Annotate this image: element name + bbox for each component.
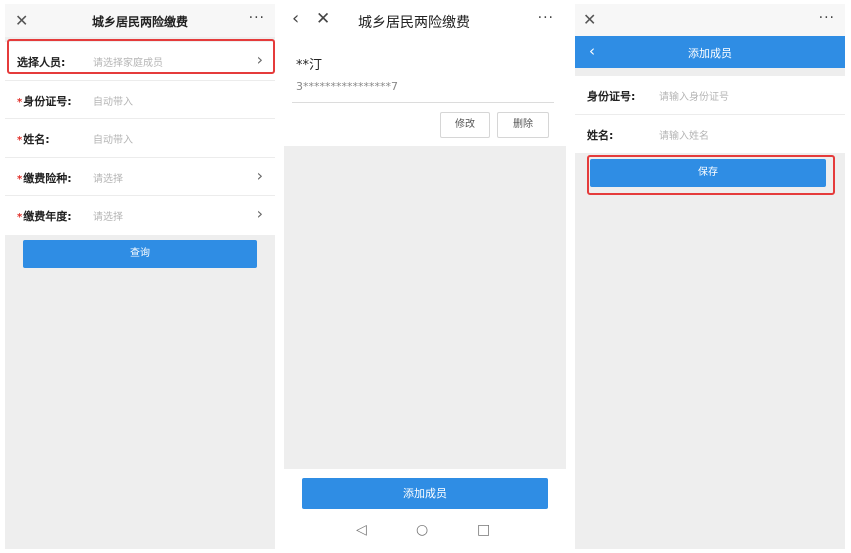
id-number-value: 自动带入 bbox=[93, 96, 133, 108]
header-bar: ‹ ✕ 城乡居民两险缴费 ··· bbox=[284, 4, 566, 40]
field-label: *姓名: bbox=[17, 133, 50, 146]
required-mark: * bbox=[17, 173, 23, 185]
delete-button[interactable]: 删除 bbox=[497, 112, 549, 138]
member-card: **汀 3****************7 修改 删除 bbox=[284, 40, 566, 146]
query-button[interactable]: 查询 bbox=[23, 240, 257, 268]
divider bbox=[292, 102, 554, 103]
highlight-box bbox=[587, 155, 835, 195]
close-icon[interactable]: ✕ bbox=[316, 9, 330, 29]
close-icon[interactable]: ✕ bbox=[583, 10, 596, 29]
field-label: 姓名: bbox=[587, 128, 614, 142]
required-mark: * bbox=[17, 212, 23, 223]
page-title: 添加成员 bbox=[688, 47, 732, 60]
field-label: *缴费年度: bbox=[17, 210, 72, 223]
more-icon[interactable]: ··· bbox=[538, 10, 554, 26]
id-number-row: *身份证号: 自动带入 bbox=[5, 81, 275, 119]
highlight-box bbox=[7, 39, 275, 74]
header-bar: ✕ 城乡居民两险缴费 ··· bbox=[5, 4, 275, 37]
nav-recent-icon[interactable]: □ bbox=[477, 522, 490, 538]
name-row: *姓名: 自动带入 bbox=[5, 119, 275, 158]
chevron-right-icon[interactable]: › bbox=[257, 166, 263, 185]
page-title: 城乡居民两险缴费 bbox=[358, 15, 470, 31]
name-input[interactable]: 请输入姓名 bbox=[659, 127, 709, 142]
insurance-type-row[interactable]: *缴费险种: 请选择 › bbox=[5, 158, 275, 196]
name-input-row[interactable]: 姓名: 请输入姓名 bbox=[575, 115, 845, 154]
panel-member-list: ‹ ✕ 城乡居民两险缴费 ··· **汀 3****************7 … bbox=[284, 4, 566, 549]
payment-year-select[interactable]: 请选择 bbox=[93, 208, 123, 223]
back-icon[interactable]: ‹ bbox=[292, 8, 299, 29]
required-mark: * bbox=[17, 135, 23, 146]
nav-back-icon[interactable]: ◁ bbox=[356, 522, 367, 538]
member-id: 3****************7 bbox=[296, 80, 398, 93]
id-number-input-row[interactable]: 身份证号: 请输入身份证号 bbox=[575, 76, 845, 115]
add-member-form: 身份证号: 请输入身份证号 姓名: 请输入姓名 bbox=[575, 76, 845, 153]
name-value: 自动带入 bbox=[93, 135, 133, 146]
member-name: **汀 bbox=[296, 58, 323, 73]
insurance-type-select[interactable]: 请选择 bbox=[93, 170, 123, 185]
add-member-button[interactable]: 添加成员 bbox=[302, 478, 548, 509]
field-label: 身份证号: bbox=[587, 90, 636, 103]
panel-add-member: ✕ ··· ‹ 添加成员 身份证号: 请输入身份证号 姓名: 请输入姓名 保存 bbox=[575, 4, 845, 549]
field-label: *身份证号: bbox=[17, 94, 72, 108]
chevron-right-icon[interactable]: › bbox=[257, 204, 263, 223]
panel-query-form: ✕ 城乡居民两险缴费 ··· 选择人员: 请选择家庭成员 › *身份证号: 自动… bbox=[5, 4, 275, 549]
field-label: *缴费险种: bbox=[17, 171, 72, 185]
page-title: 城乡居民两险缴费 bbox=[91, 15, 188, 29]
system-nav-bar: ◁ ○ □ bbox=[284, 516, 566, 546]
edit-button[interactable]: 修改 bbox=[440, 112, 490, 138]
id-number-input[interactable]: 请输入身份证号 bbox=[659, 88, 729, 103]
required-mark: * bbox=[17, 96, 23, 108]
more-icon[interactable]: ··· bbox=[249, 10, 265, 26]
payment-year-row[interactable]: *缴费年度: 请选择 › bbox=[5, 196, 275, 235]
header-bar: ✕ ··· bbox=[575, 4, 845, 36]
nav-home-icon[interactable]: ○ bbox=[416, 522, 428, 538]
title-bar: ‹ 添加成员 bbox=[575, 36, 845, 68]
screenshot-root: ✕ 城乡居民两险缴费 ··· 选择人员: 请选择家庭成员 › *身份证号: 自动… bbox=[0, 0, 851, 553]
more-icon[interactable]: ··· bbox=[819, 10, 835, 26]
